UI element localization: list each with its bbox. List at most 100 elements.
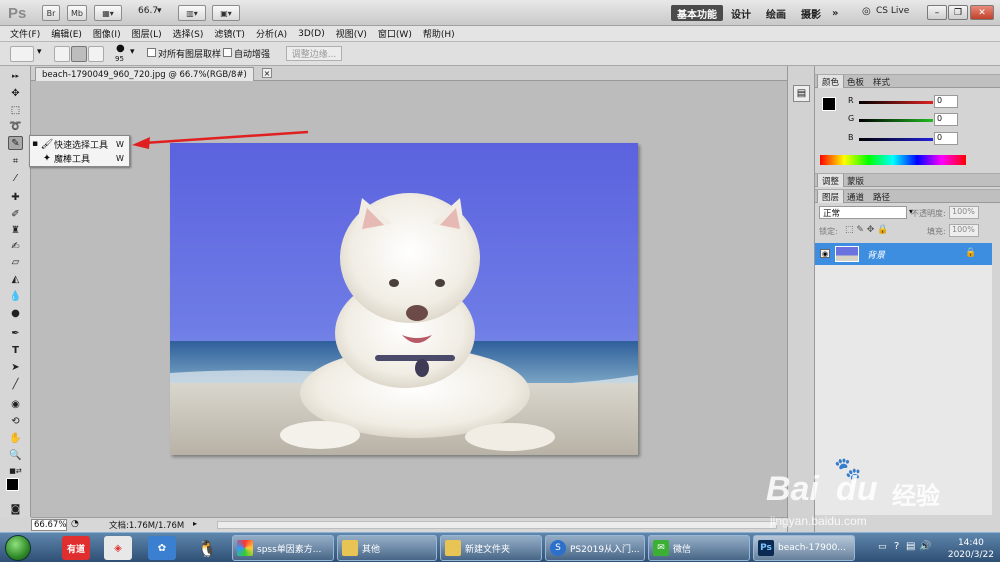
tool-preset-picker[interactable] — [10, 46, 34, 62]
history-brush-tool-icon[interactable]: ✍ — [8, 239, 23, 253]
red-value-input[interactable]: 0 — [934, 95, 958, 108]
brush-dot-icon[interactable]: ● — [116, 43, 125, 54]
menu-3d[interactable]: 3D(D) — [298, 29, 325, 39]
mini-bridge-button[interactable]: Mb — [67, 5, 87, 21]
sample-all-layers-checkbox[interactable] — [147, 48, 156, 57]
youdao-pin[interactable]: 有道 — [62, 536, 90, 560]
workspace-essentials[interactable]: 基本功能 — [671, 5, 723, 21]
task-wechat[interactable]: ✉ 微信 — [648, 535, 750, 561]
blue-value-input[interactable]: 0 — [934, 132, 958, 145]
menu-view[interactable]: 视图(V) — [336, 27, 367, 40]
arrange-docs-button[interactable]: ▥▾ — [178, 5, 206, 21]
hand-tool-icon[interactable]: ✋ — [8, 431, 23, 445]
line-tool-icon[interactable]: ╱ — [8, 377, 23, 391]
refine-edge-button[interactable]: 调整边缘... — [286, 46, 342, 61]
document-image[interactable] — [170, 143, 638, 455]
task-photoshop[interactable]: Ps beach-17900... — [753, 535, 855, 561]
cs-live-button[interactable]: CS Live — [876, 6, 909, 16]
path-selection-tool-icon[interactable]: ➤ — [8, 360, 23, 374]
status-info-icon[interactable]: ◔ — [71, 519, 79, 529]
app-pin-icon[interactable]: ◈ — [104, 536, 132, 560]
tab-adjustments[interactable]: 调整 — [817, 174, 845, 187]
cs-live-icon[interactable]: ◎ — [862, 6, 871, 17]
menu-image[interactable]: 图像(I) — [93, 27, 121, 40]
tab-color[interactable]: 颜色 — [817, 75, 845, 88]
close-icon[interactable]: × — [262, 68, 272, 78]
lock-icons[interactable]: ⬚ ✎ ✥ 🔒 — [845, 225, 888, 235]
green-slider[interactable]: G 0 — [819, 113, 994, 127]
fill-input[interactable]: 100% — [949, 224, 979, 237]
workspace-painting[interactable]: 绘画 — [760, 5, 792, 21]
color-spectrum[interactable] — [820, 155, 966, 165]
pen-tool-icon[interactable]: ✒ — [8, 326, 23, 340]
menu-window[interactable]: 窗口(W) — [378, 27, 412, 40]
toolbox-collapse-icon[interactable]: ▸▸ — [8, 69, 23, 83]
tab-channels[interactable]: 通道 — [843, 190, 868, 203]
opacity-input[interactable]: 100% — [949, 206, 979, 219]
clock[interactable]: 14:40 2020/3/22 — [948, 537, 994, 561]
status-menu-icon[interactable]: ▸ — [193, 519, 197, 528]
network-icon[interactable]: ▤ — [906, 541, 915, 552]
type-tool-icon[interactable]: T — [8, 343, 23, 357]
minimize-button[interactable]: – — [927, 5, 947, 20]
green-value-input[interactable]: 0 — [934, 113, 958, 126]
clone-stamp-tool-icon[interactable]: ♜ — [8, 223, 23, 237]
auto-enhance-checkbox[interactable] — [223, 48, 232, 57]
eyedropper-tool-icon[interactable]: ⁄ — [8, 171, 23, 185]
add-to-selection-icon[interactable] — [71, 46, 87, 62]
horizontal-scrollbar[interactable] — [217, 521, 777, 529]
red-slider[interactable]: R 0 — [819, 95, 994, 109]
eraser-tool-icon[interactable]: ▱ — [8, 255, 23, 269]
crop-tool-icon[interactable]: ⌗ — [8, 154, 23, 168]
document-tab[interactable]: beach-1790049_960_720.jpg @ 66.7%(RGB/8#… — [35, 67, 254, 81]
extras-button[interactable]: ▦▾ — [94, 5, 122, 21]
menu-filter[interactable]: 滤镜(T) — [214, 27, 245, 40]
default-colors-icon[interactable]: ■⇄ — [8, 464, 23, 478]
menu-layer[interactable]: 图层(L) — [132, 27, 162, 40]
history-panel-icon[interactable]: ▤ — [793, 85, 810, 102]
3d-orbit-tool-icon[interactable]: ⟲ — [8, 414, 23, 428]
chevron-down-icon[interactable]: ▾ — [130, 47, 135, 57]
menu-analysis[interactable]: 分析(A) — [256, 27, 287, 40]
foreground-color-swatch[interactable] — [6, 478, 19, 491]
volume-icon[interactable]: 🔊 — [919, 541, 931, 552]
new-selection-icon[interactable] — [54, 46, 70, 62]
menu-select[interactable]: 选择(S) — [173, 27, 204, 40]
screen-mode-button[interactable]: ▣▾ — [212, 5, 240, 21]
restore-button[interactable]: ❐ — [948, 5, 968, 20]
menu-edit[interactable]: 编辑(E) — [51, 27, 82, 40]
task-folder-other[interactable]: 其他 — [337, 535, 437, 561]
tab-swatches[interactable]: 色板 — [843, 75, 868, 88]
tab-layers[interactable]: 图层 — [817, 190, 845, 203]
workspace-design[interactable]: 设计 — [725, 5, 757, 21]
zoom-field[interactable]: 66.67% — [31, 519, 67, 531]
move-tool-icon[interactable]: ✥ — [8, 86, 23, 100]
dodge-tool-icon[interactable]: ● — [8, 306, 23, 320]
start-button[interactable] — [5, 535, 31, 561]
tab-styles[interactable]: 样式 — [869, 75, 894, 88]
flyout-magic-wand-item[interactable]: ✦ 魔棒工具 W — [30, 151, 130, 165]
tray-expand-icon[interactable]: ▭ — [878, 542, 887, 552]
zoom-tool-icon[interactable]: 🔍 — [8, 448, 23, 462]
task-spss[interactable]: spss单因素方... — [232, 535, 334, 561]
chevron-down-icon[interactable]: ▾ — [157, 6, 162, 16]
qq-pin-icon[interactable]: 🐧 — [193, 536, 221, 560]
tab-paths[interactable]: 路径 — [869, 190, 894, 203]
paint-bucket-tool-icon[interactable]: ◭ — [8, 272, 23, 286]
subtract-selection-icon[interactable] — [88, 46, 104, 62]
zoom-level[interactable]: 66.7 — [138, 6, 158, 16]
task-new-folder[interactable]: 新建文件夹 — [440, 535, 542, 561]
document-size[interactable]: 文档:1.76M/1.76M — [109, 519, 184, 531]
layer-row[interactable]: ◉ 背景 🔒 — [815, 243, 992, 265]
brush-size[interactable]: 95 — [115, 55, 124, 63]
eye-icon[interactable]: ◉ — [820, 249, 830, 258]
menu-file[interactable]: 文件(F) — [10, 27, 40, 40]
help-icon[interactable]: ? — [894, 541, 899, 552]
blue-slider[interactable]: B 0 — [819, 132, 994, 146]
blur-tool-icon[interactable]: 💧 — [8, 289, 23, 303]
chevron-down-icon[interactable]: ▾ — [37, 47, 42, 57]
blend-mode-select[interactable]: 正常 — [819, 206, 907, 219]
flyout-quick-selection-item[interactable]: ▪ 🖌 快速选择工具 W — [30, 137, 130, 151]
brush-tool-icon[interactable]: ✐ — [8, 207, 23, 221]
marquee-tool-icon[interactable]: ⬚ — [8, 103, 23, 117]
